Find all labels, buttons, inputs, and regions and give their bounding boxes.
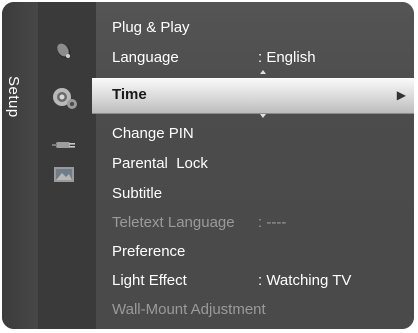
category-label: Setup [5,76,22,118]
setup-menu-list: Plug & Play Language : English Time ▶ Ch… [92,2,414,329]
input-plug-icon[interactable] [50,132,80,158]
menu-item-light-effect[interactable]: Light Effect : Watching TV [112,269,351,293]
menu-item-teletext-language: Teletext Language : ---- [112,211,286,235]
menu-item-wall-mount-adjustment: Wall-Mount Adjustment [112,301,266,318]
menu-item-language[interactable]: Language : English [112,46,316,70]
menu-item-parental-lock[interactable]: Parental Lock [112,152,208,176]
light-effect-value: : Watching TV [258,272,352,289]
scroll-down-indicator [260,114,266,118]
teletext-language-value: : ---- [258,214,287,231]
menu-item-plug-and-play[interactable]: Plug & Play [112,16,190,40]
picture-frame-icon[interactable] [50,162,80,188]
satellite-dish-icon[interactable] [50,38,80,64]
setup-osd-panel: Setup Plug & Play Language: English Tim… [2,2,414,329]
submenu-arrow-icon: ▶ [396,88,406,102]
scroll-up-indicator [260,70,266,74]
menu-item-change-pin[interactable]: Change PIN [112,122,194,146]
gear-icon[interactable] [50,84,80,110]
menu-item-preference[interactable]: Preference [112,240,185,264]
language-value: : English [258,49,316,66]
menu-item-time[interactable]: Time ▶ [92,78,414,114]
category-icons [38,2,132,329]
category-rail: Setup [2,2,38,329]
menu-item-subtitle[interactable]: Subtitle [112,182,162,206]
